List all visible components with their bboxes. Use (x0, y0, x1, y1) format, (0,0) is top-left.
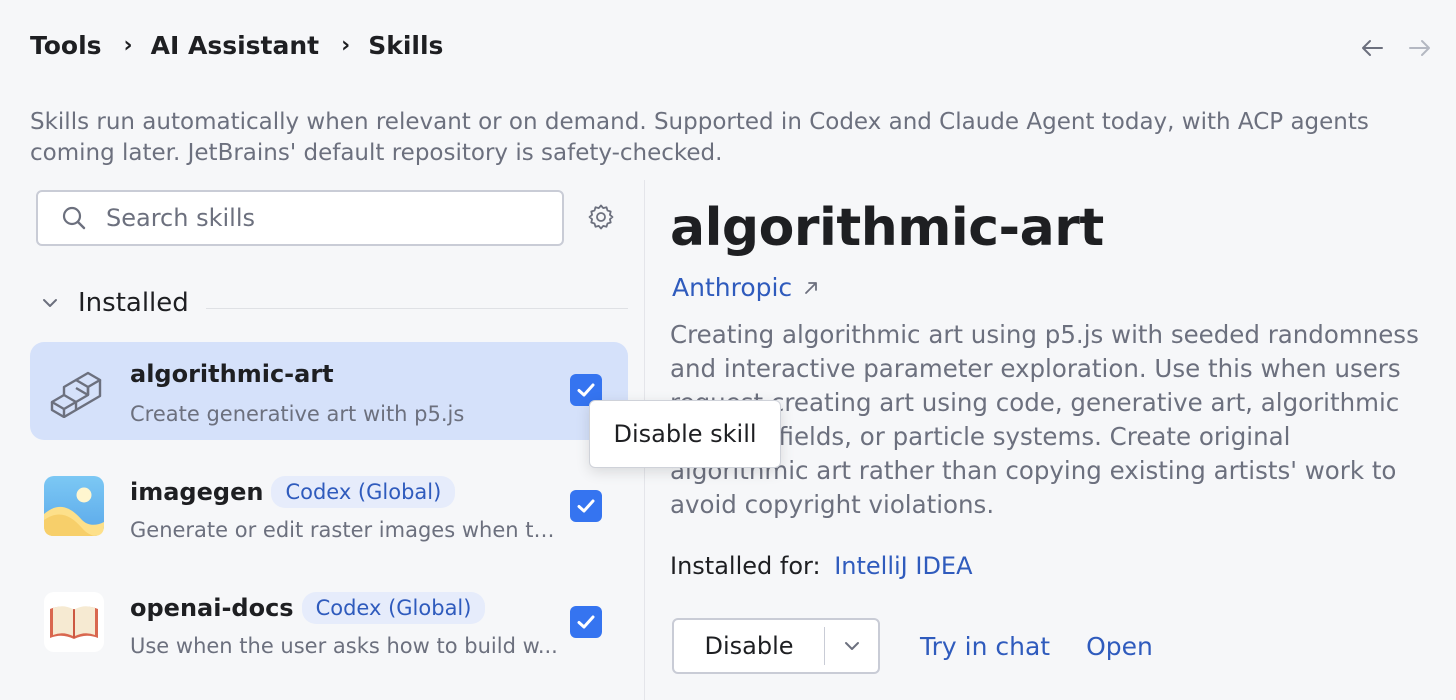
group-divider (206, 308, 628, 309)
search-box[interactable] (36, 190, 564, 246)
back-arrow-icon[interactable] (1358, 34, 1386, 62)
breadcrumb: Tools › AI Assistant › Skills (30, 28, 443, 62)
skill-name: algorithmic-art (130, 360, 334, 388)
skill-name: imagegen Codex (Global) (130, 476, 456, 508)
gear-icon[interactable] (586, 202, 616, 232)
group-label: Installed (78, 288, 189, 318)
search-input[interactable] (106, 204, 526, 232)
installed-for-link[interactable]: IntelliJ IDEA (834, 552, 972, 580)
search-icon (60, 204, 88, 232)
breadcrumb-tools[interactable]: Tools (30, 31, 102, 60)
enable-checkbox[interactable] (570, 490, 602, 522)
scope-badge: Codex (Global) (271, 476, 456, 508)
skill-long-description: Creating algorithmic art using p5.js wit… (670, 320, 1419, 519)
breadcrumb-separator: › (123, 32, 133, 58)
open-link[interactable]: Open (1086, 632, 1153, 661)
skill-name-text: algorithmic-art (130, 360, 334, 388)
skill-name-text: openai-docs (130, 594, 294, 622)
installed-group-header[interactable]: Installed (40, 288, 189, 318)
chevron-down-icon[interactable] (40, 293, 60, 313)
skill-item-openai-docs[interactable]: openai-docs Codex (Global) Use when the … (30, 574, 628, 672)
skill-name-text: imagegen (130, 478, 264, 506)
skill-title: algorithmic-art (670, 198, 1104, 258)
try-in-chat-link[interactable]: Try in chat (920, 632, 1050, 661)
disable-button[interactable]: Disable (674, 632, 824, 660)
author-link[interactable]: Anthropic (672, 273, 820, 302)
skill-description: Generate or edit raster images when th..… (130, 518, 560, 542)
page-description: Skills run automatically when relevant o… (30, 109, 1369, 166)
breadcrumb-ai-assistant[interactable]: AI Assistant (151, 31, 319, 60)
checkmark-icon (577, 383, 595, 397)
breadcrumb-skills: Skills (368, 30, 444, 60)
skill-item-imagegen[interactable]: imagegen Codex (Global) Generate or edit… (30, 458, 628, 556)
skill-description: Use when the user asks how to build w... (130, 634, 558, 658)
enable-checkbox[interactable] (570, 606, 602, 638)
breadcrumb-separator: › (341, 32, 351, 58)
installed-for: Installed for: IntelliJ IDEA (670, 552, 973, 580)
skill-detail-panel: algorithmic-art Anthropic Creating algor… (670, 180, 1430, 700)
forward-arrow-icon[interactable] (1406, 34, 1434, 62)
scope-badge: Codex (Global) (301, 592, 486, 624)
checkmark-icon (577, 615, 595, 629)
author-name: Anthropic (672, 273, 793, 302)
history-navigation (1358, 34, 1434, 62)
action-row: Disable Try in chat Open (672, 618, 1153, 674)
checkmark-icon (577, 499, 595, 513)
disable-split-button: Disable (672, 618, 880, 674)
installed-for-label: Installed for: (670, 552, 821, 580)
skill-name: openai-docs Codex (Global) (130, 592, 486, 624)
stairs-icon (44, 360, 104, 420)
skill-description: Create generative art with p5.js (130, 402, 465, 426)
external-link-icon (805, 281, 818, 294)
book-icon (44, 592, 104, 652)
image-icon (44, 476, 104, 536)
chevron-down-icon[interactable] (825, 637, 878, 655)
skill-item-algorithmic-art[interactable]: algorithmic-art Create generative art wi… (30, 342, 628, 440)
tooltip: Disable skill (589, 400, 781, 468)
skills-list-panel: Installed algorithmic-art Create generat… (0, 180, 644, 700)
